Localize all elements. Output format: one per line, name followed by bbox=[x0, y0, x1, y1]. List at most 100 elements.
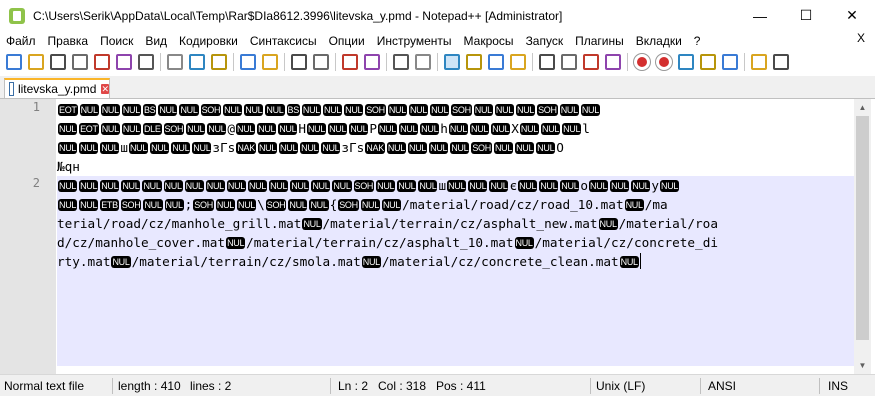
text-area[interactable]: EOT NUL NUL NUL BS NUL NUL SOH NUL NUL NUL BS NUL NUL… bbox=[57, 99, 854, 374]
control-char-badge: NUL bbox=[279, 142, 299, 154]
play-multiple-icon[interactable] bbox=[700, 54, 716, 70]
spell-check-icon[interactable] bbox=[751, 54, 767, 70]
control-char-badge: NUL bbox=[468, 180, 488, 192]
control-char-badge: NUL bbox=[321, 142, 341, 154]
copy-icon[interactable] bbox=[189, 54, 205, 70]
menu-help[interactable]: ? bbox=[688, 34, 707, 48]
doc-map-icon[interactable] bbox=[539, 54, 555, 70]
control-char-badge: NUL bbox=[163, 180, 183, 192]
find-icon[interactable] bbox=[291, 54, 307, 70]
editor[interactable]: 1 2 EOT NUL NUL NUL BS NUL NUL SOH NUL NUL NUL BS NU… bbox=[0, 99, 875, 374]
menu-encoding[interactable]: Кодировки bbox=[173, 34, 244, 48]
control-char-badge: NUL bbox=[381, 199, 402, 211]
cut-icon[interactable] bbox=[167, 54, 183, 70]
text-line: NUL NUL NUL NUL NUL NUL NUL NUL NUL NUL NUL NUL NUL N… bbox=[57, 176, 854, 195]
text-span: l bbox=[582, 121, 590, 136]
udl-icon[interactable] bbox=[510, 54, 526, 70]
menu-plugins[interactable]: Плагины bbox=[569, 34, 630, 48]
open-file-icon[interactable] bbox=[28, 54, 44, 70]
status-insert-mode[interactable]: INS bbox=[828, 378, 848, 394]
menu-settings[interactable]: Опции bbox=[323, 34, 371, 48]
menu-search[interactable]: Поиск bbox=[94, 34, 139, 48]
close-icon[interactable] bbox=[94, 54, 110, 70]
plugin-icon[interactable] bbox=[773, 54, 789, 70]
undo-icon[interactable] bbox=[240, 54, 256, 70]
play-macro-icon[interactable] bbox=[678, 54, 694, 70]
scroll-down-icon[interactable]: ▼ bbox=[854, 357, 871, 374]
text-span: /ma bbox=[644, 197, 668, 212]
menu-window[interactable]: Вкладки bbox=[630, 34, 688, 48]
close-all-icon[interactable] bbox=[116, 54, 132, 70]
control-char-badge: NUL bbox=[418, 180, 438, 192]
scroll-up-icon[interactable]: ▲ bbox=[854, 99, 871, 116]
control-char-badge: NUL bbox=[562, 123, 582, 135]
sync-vertical-icon[interactable] bbox=[393, 54, 409, 70]
menu-language[interactable]: Синтаксисы bbox=[244, 34, 323, 48]
tab-close-icon[interactable]: ✕ bbox=[101, 84, 109, 94]
save-macro-icon[interactable] bbox=[722, 54, 738, 70]
vertical-scrollbar[interactable]: ▲ ▼ bbox=[854, 99, 871, 374]
tab-bar: litevska_y.pmd ✕ bbox=[0, 76, 875, 99]
paste-icon[interactable] bbox=[211, 54, 227, 70]
redo-icon[interactable] bbox=[262, 54, 278, 70]
menu-view[interactable]: Вид bbox=[139, 34, 173, 48]
monitoring-icon[interactable] bbox=[605, 54, 621, 70]
menu-run[interactable]: Запуск bbox=[520, 34, 570, 48]
close-window-button[interactable]: ✕ bbox=[829, 0, 875, 31]
text-span: X bbox=[511, 121, 519, 136]
control-char-badge: NUL bbox=[429, 142, 449, 154]
sync-horizontal-icon[interactable] bbox=[415, 54, 431, 70]
control-char-badge: NUL bbox=[420, 123, 440, 135]
control-char-badge: NUL bbox=[598, 218, 618, 230]
control-char-badge: NUL bbox=[128, 142, 149, 154]
menu-tools[interactable]: Инструменты bbox=[371, 34, 458, 48]
save-all-icon[interactable] bbox=[72, 54, 88, 70]
control-char-badge: NUL bbox=[265, 104, 285, 116]
menu-edit[interactable]: Правка bbox=[42, 34, 95, 48]
tab-litevska-y[interactable]: litevska_y.pmd ✕ bbox=[4, 78, 110, 98]
control-char-badge: ETB bbox=[100, 199, 119, 211]
control-char-badge: NUL bbox=[610, 180, 630, 192]
text-span: /material/terrain/cz/smola.mat bbox=[131, 254, 361, 269]
menu-macro[interactable]: Макросы bbox=[458, 34, 520, 48]
status-file-type: Normal text file bbox=[4, 379, 85, 393]
function-list-icon[interactable] bbox=[561, 54, 577, 70]
close-document-button[interactable]: X bbox=[857, 31, 865, 45]
folder-as-workspace-icon[interactable] bbox=[583, 54, 599, 70]
text-span: зГs bbox=[341, 140, 365, 155]
text-span: зГs bbox=[212, 140, 236, 155]
menu-bar: Файл Правка Поиск Вид Кодировки Синтакси… bbox=[0, 31, 875, 50]
control-char-badge: NUL bbox=[660, 180, 680, 192]
toolbar-separator bbox=[744, 53, 745, 71]
control-char-badge: NUL bbox=[516, 104, 536, 116]
status-encoding[interactable]: ANSI bbox=[708, 378, 736, 394]
control-char-badge: NUL bbox=[215, 199, 236, 211]
show-all-chars-icon[interactable] bbox=[466, 54, 482, 70]
maximize-button[interactable]: ☐ bbox=[783, 0, 829, 31]
control-char-badge: BS bbox=[286, 104, 300, 116]
save-icon[interactable] bbox=[50, 54, 66, 70]
stop-record-icon[interactable] bbox=[656, 54, 672, 70]
word-wrap-icon[interactable] bbox=[444, 54, 460, 70]
status-eol[interactable]: Unix (LF) bbox=[596, 378, 645, 394]
zoom-in-icon[interactable] bbox=[342, 54, 358, 70]
menu-file[interactable]: Файл bbox=[0, 34, 42, 48]
text-span: /material/terrain/cz/asphalt_new.mat bbox=[322, 216, 598, 231]
replace-icon[interactable] bbox=[313, 54, 329, 70]
text-span: @ bbox=[227, 121, 236, 136]
print-icon[interactable] bbox=[138, 54, 154, 70]
control-char-badge: NUL bbox=[121, 180, 141, 192]
minimize-button[interactable]: — bbox=[737, 0, 783, 31]
record-macro-icon[interactable] bbox=[634, 54, 650, 70]
control-char-badge: EOT bbox=[79, 123, 99, 135]
control-char-badge: NUL bbox=[519, 123, 539, 135]
control-char-badge: NUL bbox=[377, 123, 398, 135]
indent-guide-icon[interactable] bbox=[488, 54, 504, 70]
zoom-out-icon[interactable] bbox=[364, 54, 380, 70]
new-file-icon[interactable] bbox=[6, 54, 22, 70]
control-char-badge: NUL bbox=[184, 180, 204, 192]
control-char-badge: NUL bbox=[58, 142, 78, 154]
text-span: rty.mat bbox=[57, 254, 111, 269]
scroll-thumb[interactable] bbox=[856, 116, 869, 340]
control-char-badge: NUL bbox=[344, 104, 364, 116]
